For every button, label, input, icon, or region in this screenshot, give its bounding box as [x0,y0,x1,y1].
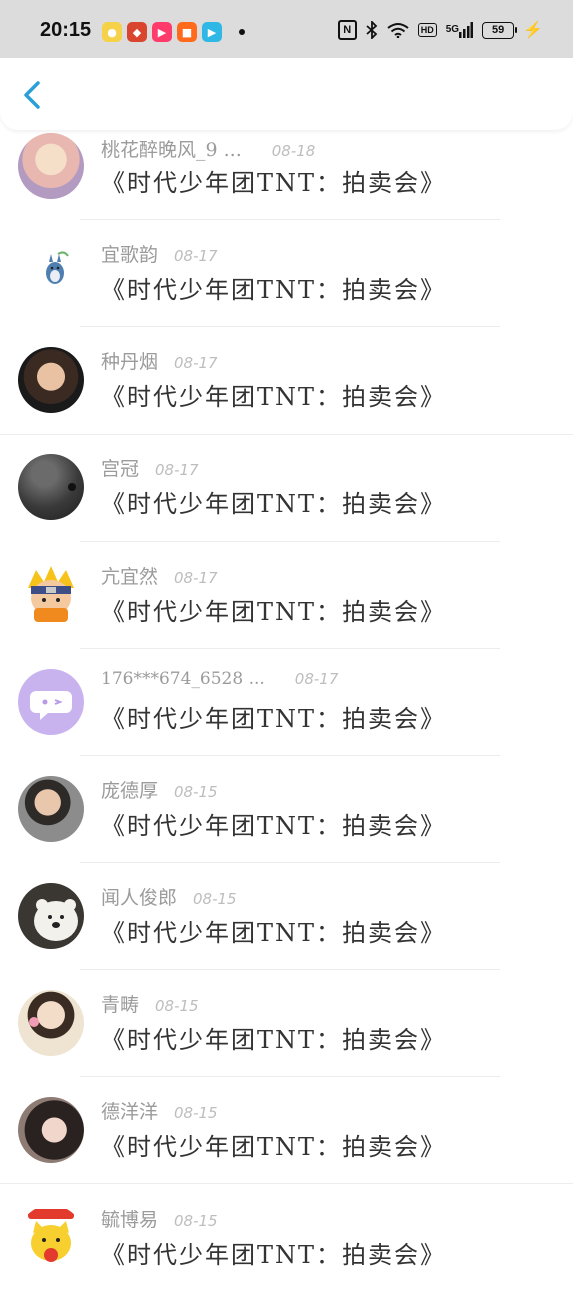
divider [80,755,500,756]
user-name[interactable]: 庞德厚 [101,776,158,803]
status-bar: 20:15 ● ◆ ▶ ■ ▶ N HD 5G 59 ⚡ [0,0,573,58]
post-date: 08-17 [294,670,339,688]
list-item[interactable]: 桃花醉晚风_9 ... 08-18 《时代少年团TNT：拍卖会》 [0,133,573,240]
charging-icon: ⚡ [523,22,543,39]
post-date: 08-15 [174,1104,218,1122]
list-item[interactable]: 青畴 08-15 《时代少年团TNT：拍卖会》 [0,990,573,1097]
post-date: 08-15 [174,1212,218,1230]
more-notifications-dot [239,29,245,35]
list-item[interactable]: 毓博易 08-15 《时代少年团TNT：拍卖会》 [0,1205,573,1312]
app-notification-icon: ■ [177,22,197,42]
user-name[interactable]: 宫冠 [101,454,139,481]
comment-list: 桃花醉晚风_9 ... 08-18 《时代少年团TNT：拍卖会》 宜歌韵 08-… [0,0,573,1280]
post-date: 08-15 [174,783,218,801]
divider [80,648,500,649]
hd-voice-icon: HD [417,23,437,37]
top-nav-bar [0,58,573,130]
network-type: 5G [445,24,460,35]
post-date: 08-15 [193,890,237,908]
user-name[interactable]: 宜歌韵 [101,240,158,267]
divider [80,219,500,220]
status-time: 20:15 [40,19,92,41]
user-name[interactable]: 亢宜然 [101,562,158,589]
post-date: 08-15 [155,997,199,1015]
item-title: 《时代少年团TNT：拍卖会》 [101,1133,447,1161]
avatar[interactable] [18,454,84,520]
user-name[interactable]: 种丹烟 [101,347,158,374]
divider [80,326,500,327]
avatar[interactable] [18,1097,84,1163]
post-date: 08-17 [174,354,218,372]
item-title: 《时代少年团TNT：拍卖会》 [101,276,447,304]
notification-icons: ● ◆ ▶ ■ ▶ [102,22,245,42]
battery-icon: 59 [482,21,518,39]
item-title: 《时代少年团TNT：拍卖会》 [101,705,447,733]
bluetooth-icon [366,21,378,39]
user-name[interactable]: 桃花醉晚风_9 ... [101,135,242,162]
wifi-icon [387,22,409,38]
post-date: 08-18 [271,142,316,160]
user-name[interactable]: 毓博易 [101,1205,158,1232]
list-item[interactable]: 宜歌韵 08-17 《时代少年团TNT：拍卖会》 [0,240,573,347]
app-notification-icon: ● [102,22,122,42]
divider [80,541,500,542]
back-button[interactable] [18,78,48,112]
user-name[interactable]: 青畴 [101,990,139,1017]
user-name[interactable]: 176***674_6528 ... [101,669,265,689]
user-name[interactable]: 闻人俊郎 [101,883,177,910]
avatar[interactable] [18,776,84,842]
list-item[interactable]: 种丹烟 08-17 《时代少年团TNT：拍卖会》 [0,347,573,454]
item-title: 《时代少年团TNT：拍卖会》 [101,812,447,840]
item-title: 《时代少年团TNT：拍卖会》 [101,490,447,518]
item-title: 《时代少年团TNT：拍卖会》 [101,1241,447,1269]
item-title: 《时代少年团TNT：拍卖会》 [101,1026,447,1054]
divider [0,434,573,435]
list-item[interactable]: 庞德厚 08-15 《时代少年团TNT：拍卖会》 [0,776,573,883]
item-title: 《时代少年团TNT：拍卖会》 [101,598,447,626]
avatar[interactable] [18,883,84,949]
divider [0,1183,573,1184]
play-icon: ▶ [152,22,172,42]
nfc-icon: N [337,20,357,40]
system-icons: N HD 5G 59 ⚡ [337,20,543,40]
post-date: 08-17 [174,247,218,265]
avatar[interactable] [18,669,84,735]
signal-icon: 5G [445,22,474,38]
battery-level: 59 [491,24,505,36]
post-date: 08-17 [174,569,218,587]
avatar[interactable] [18,990,84,1056]
divider [80,969,500,970]
post-date: 08-17 [155,461,199,479]
list-item[interactable]: 宫冠 08-17 《时代少年团TNT：拍卖会》 [0,454,573,561]
chevron-left-icon [24,81,40,109]
video-app-icon: ▶ [202,22,222,42]
item-title: 《时代少年团TNT：拍卖会》 [101,383,447,411]
avatar[interactable] [18,240,84,306]
avatar[interactable] [18,562,84,628]
avatar[interactable] [18,1205,84,1271]
list-item[interactable]: 闻人俊郎 08-15 《时代少年团TNT：拍卖会》 [0,883,573,990]
app-notification-icon: ◆ [127,22,147,42]
divider [80,1076,500,1077]
item-title: 《时代少年团TNT：拍卖会》 [101,169,447,197]
divider [80,862,500,863]
avatar[interactable] [18,133,84,199]
user-name[interactable]: 德洋洋 [101,1097,158,1124]
list-item[interactable]: 176***674_6528 ... 08-17 《时代少年团TNT：拍卖会》 [0,669,573,776]
item-title: 《时代少年团TNT：拍卖会》 [101,919,447,947]
list-item[interactable]: 德洋洋 08-15 《时代少年团TNT：拍卖会》 [0,1097,573,1204]
avatar[interactable] [18,347,84,413]
list-item[interactable]: 亢宜然 08-17 《时代少年团TNT：拍卖会》 [0,562,573,669]
